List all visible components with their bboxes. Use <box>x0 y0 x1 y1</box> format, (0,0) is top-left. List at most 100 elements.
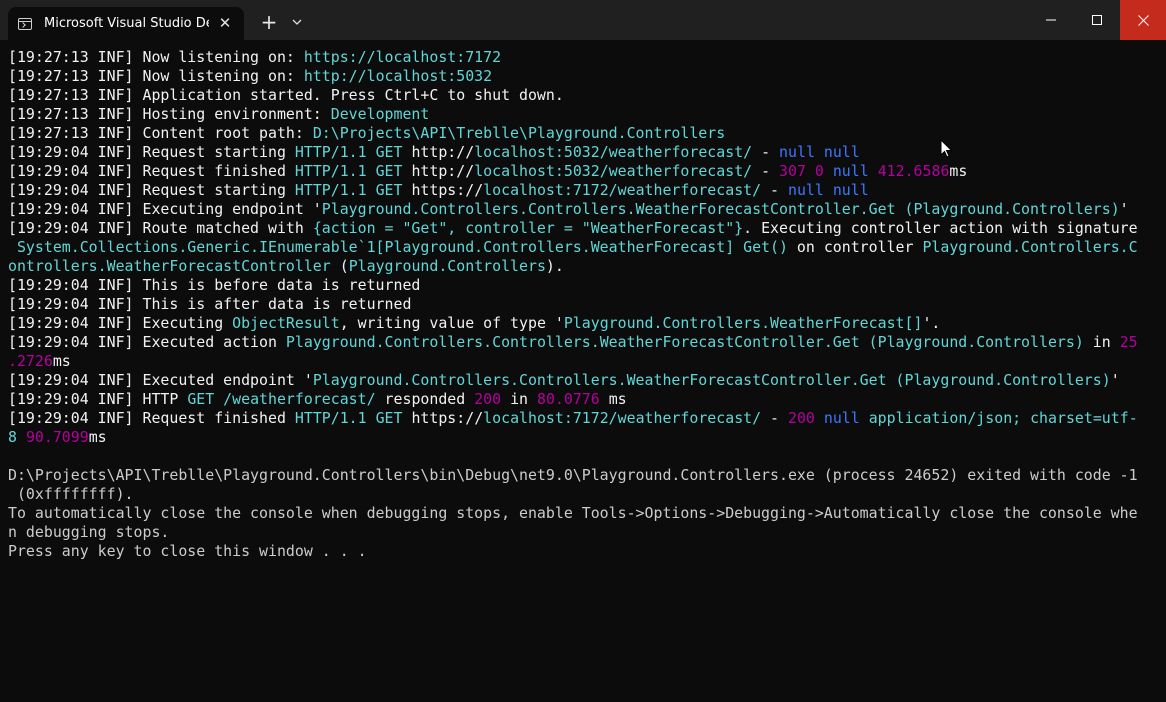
console-text: null null <box>779 143 860 161</box>
console-text: [19:29:04 INF] Executing endpoint ' <box>8 200 322 218</box>
console-text: To automatically close the console when … <box>8 504 1138 522</box>
console-line: [19:27:13 INF] Application started. Pres… <box>8 86 1158 105</box>
console-text: ' <box>1119 200 1129 218</box>
console-line: System.Collections.Generic.IEnumerable`1… <box>8 238 1158 257</box>
console-text: Development <box>330 105 430 123</box>
console-text: [19:29:04 INF] Request starting <box>8 181 295 199</box>
console-text: Playground.Controllers.C <box>922 238 1138 256</box>
console-text: in <box>501 390 537 408</box>
console-line: [19:29:04 INF] This is after data is ret… <box>8 295 1158 314</box>
console-text: Playground.Controllers <box>348 257 546 275</box>
console-text: [19:29:04 INF] Executing <box>8 314 233 332</box>
console-text: 25 <box>1119 333 1138 351</box>
console-text: 307 0 <box>779 162 824 180</box>
console-text: n debugging stops. <box>8 523 170 541</box>
console-text: Playground.Controllers.WeatherForecast[] <box>563 314 923 332</box>
title-bar: Microsoft Visual Studio Debug Console ✕ … <box>0 0 1166 40</box>
console-text: ObjectResult <box>232 314 340 332</box>
console-text: GET /weatherforecast/ <box>187 390 376 408</box>
console-line: [19:29:04 INF] Request starting HTTP/1.1… <box>8 143 1158 162</box>
console-text: ms <box>949 162 968 180</box>
console-text: http:// <box>402 162 475 180</box>
console-text: ). <box>545 257 564 275</box>
close-icon <box>1137 14 1149 26</box>
console-text: null <box>832 162 869 180</box>
console-text: - <box>761 181 788 199</box>
maximize-button[interactable] <box>1074 0 1120 40</box>
console-line: n debugging stops. <box>8 523 1158 542</box>
minimize-icon <box>1046 19 1056 21</box>
console-text: 412.6586 <box>877 162 950 180</box>
console-text: ' <box>1110 371 1120 389</box>
console-text: ms <box>88 428 107 446</box>
minimize-button[interactable] <box>1028 0 1074 40</box>
console-text: 8 <box>8 428 17 446</box>
console-text: ms <box>599 390 627 408</box>
console-text: HTTP/1.1 GET <box>294 143 403 161</box>
console-text: [19:29:04 INF] Request starting <box>8 143 295 161</box>
console-text: D:\Projects\API\Treblle\Playground.Contr… <box>8 466 1138 484</box>
new-tab-button[interactable]: + <box>258 7 280 37</box>
console-text: Playground.Controllers.Controllers.Weath… <box>285 333 1084 351</box>
console-window: Microsoft Visual Studio Debug Console ✕ … <box>0 0 1166 702</box>
console-text: (0xffffffff). <box>8 485 134 503</box>
console-text: - <box>752 143 780 161</box>
close-tab-icon[interactable]: ✕ <box>216 14 234 32</box>
console-text: 200 <box>788 409 815 427</box>
console-line: [19:27:13 INF] Content root path: D:\Pro… <box>8 124 1158 143</box>
console-text: [19:29:04 INF] Request finished <box>8 409 295 427</box>
console-text: - <box>761 409 788 427</box>
console-text: [19:29:04 INF] Request finished <box>8 162 295 180</box>
console-text: http:// <box>402 143 475 161</box>
console-text: on controller <box>787 238 923 256</box>
chevron-down-icon[interactable] <box>286 7 308 37</box>
console-text: . Executing controller action with signa… <box>743 219 1138 237</box>
console-text: - <box>752 162 780 180</box>
console-text: responded <box>375 390 475 408</box>
console-text: [19:27:13 INF] Now listening on: <box>8 67 304 85</box>
console-output[interactable]: [19:27:13 INF] Now listening on: https:/… <box>8 48 1158 561</box>
console-text: ms <box>52 352 71 370</box>
console-text: https:// <box>402 409 484 427</box>
console-text: localhost:7172/weatherforecast/ <box>483 409 762 427</box>
console-line: [19:29:04 INF] Executed endpoint 'Playgr… <box>8 371 1158 390</box>
console-text: .2726 <box>8 352 53 370</box>
console-text: HTTP/1.1 GET <box>294 181 403 199</box>
console-text: [19:27:13 INF] Now listening on: <box>8 48 304 66</box>
console-text: [19:29:04 INF] This is after data is ret… <box>8 295 412 313</box>
tab-title: Microsoft Visual Studio Debug Console <box>44 16 209 31</box>
console-text: ontrollers.WeatherForecastController <box>8 257 331 275</box>
console-text: HTTP/1.1 GET <box>294 162 403 180</box>
console-line: ontrollers.WeatherForecastController (Pl… <box>8 257 1158 276</box>
console-text: HTTP/1.1 GET <box>294 409 403 427</box>
console-icon <box>18 17 32 30</box>
console-text: Press any key to close this window . . . <box>8 542 367 560</box>
console-line: [19:27:13 INF] Hosting environment: Deve… <box>8 105 1158 124</box>
console-text: null <box>823 409 860 427</box>
console-text: localhost:5032/weatherforecast/ <box>474 143 753 161</box>
close-window-button[interactable] <box>1120 0 1166 40</box>
console-text: , writing value of type ' <box>339 314 564 332</box>
console-line: [19:29:04 INF] Executed action Playgroun… <box>8 333 1158 352</box>
console-line: 8 90.7099ms <box>8 428 1158 447</box>
console-text: in <box>1083 333 1120 351</box>
console-line: [19:29:04 INF] HTTP GET /weatherforecast… <box>8 390 1158 409</box>
console-text: {action = "Get", controller = "WeatherFo… <box>312 219 744 237</box>
console-text: Playground.Controllers.Controllers.Weath… <box>312 371 1111 389</box>
console-text: https://localhost:7172 <box>303 48 502 66</box>
console-text: [19:29:04 INF] HTTP <box>8 390 188 408</box>
console-line: [19:27:13 INF] Now listening on: https:/… <box>8 48 1158 67</box>
console-text: '. <box>922 314 941 332</box>
console-text: [19:29:04 INF] This is before data is re… <box>8 276 421 294</box>
console-line: D:\Projects\API\Treblle\Playground.Contr… <box>8 466 1158 485</box>
console-line: [19:29:04 INF] Request finished HTTP/1.1… <box>8 162 1158 181</box>
console-text: System.Collections.Generic.IEnumerable`1… <box>8 238 788 256</box>
mouse-pointer-icon <box>940 139 953 158</box>
console-text: ( <box>330 257 349 275</box>
tab-debug-console[interactable]: Microsoft Visual Studio Debug Console ✕ <box>8 7 244 40</box>
console-text: [19:29:04 INF] Route matched with <box>8 219 313 237</box>
